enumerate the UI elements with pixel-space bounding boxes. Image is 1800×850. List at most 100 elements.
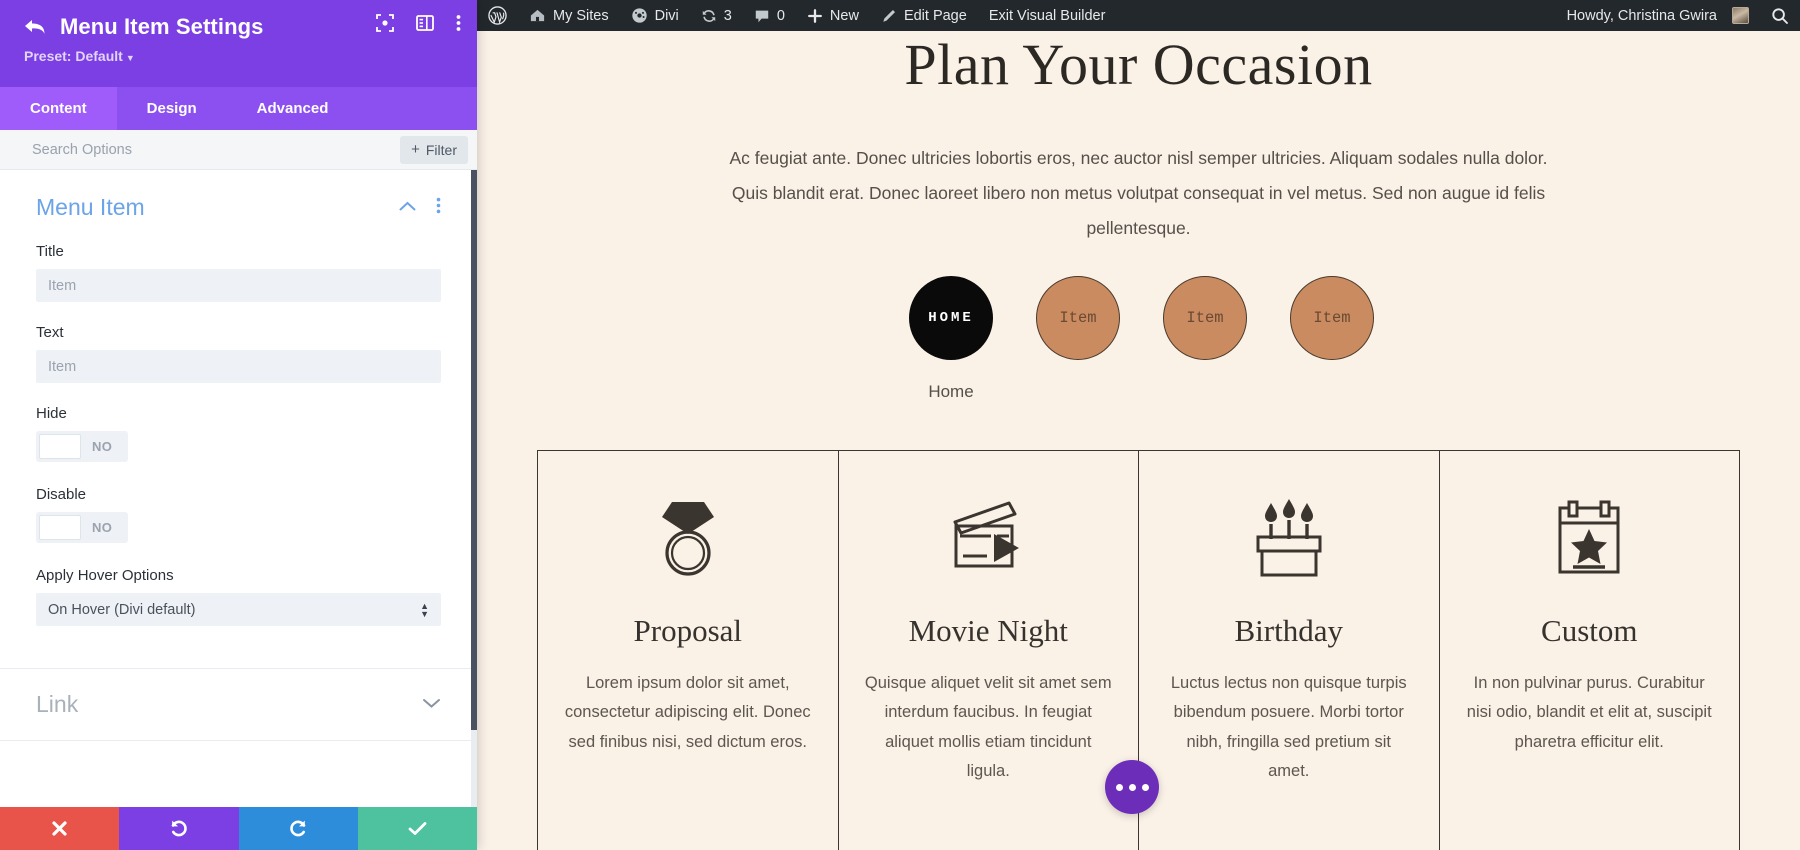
admin-bar-my-sites-label: My Sites bbox=[553, 7, 609, 24]
menu-circle-home[interactable]: HOME bbox=[909, 275, 993, 360]
admin-bar-exit-visual-builder[interactable]: Exit Visual Builder bbox=[978, 0, 1117, 31]
menu-circle-cell-item-2: Item bbox=[1163, 275, 1247, 402]
kebab-menu-icon[interactable] bbox=[456, 14, 461, 32]
search-icon bbox=[1772, 7, 1788, 24]
comments-icon bbox=[755, 10, 769, 22]
wordpress-logo-icon bbox=[488, 6, 507, 25]
wp-admin-bar: My Sites Divi 3 0 New Edit Page Exit Vis… bbox=[477, 0, 1800, 31]
page-title: Plan Your Occasion bbox=[904, 32, 1373, 97]
menu-item-section-header: Menu Item bbox=[0, 170, 477, 221]
tab-design-label: Design bbox=[146, 100, 197, 117]
close-x-icon bbox=[52, 821, 67, 836]
field-hide: Hide NO bbox=[0, 405, 477, 464]
feature-card-proposal-title: Proposal bbox=[633, 612, 743, 648]
field-text: Text bbox=[0, 324, 477, 383]
divi-floating-action-button[interactable] bbox=[1105, 760, 1159, 814]
cancel-button[interactable] bbox=[0, 807, 120, 850]
panel-footer bbox=[0, 807, 477, 850]
back-arrow-icon[interactable] bbox=[22, 16, 48, 38]
search-bar: + Filter bbox=[0, 130, 477, 170]
home-icon bbox=[530, 9, 545, 22]
admin-bar-comments[interactable]: 0 bbox=[743, 0, 796, 31]
checkmark-icon bbox=[408, 822, 427, 835]
save-button[interactable] bbox=[357, 807, 477, 850]
menu-circle-item-2-text: Item bbox=[1186, 308, 1224, 327]
admin-bar-account[interactable]: Howdy, Christina Gwira bbox=[1556, 0, 1760, 31]
panel-scrollbar-thumb[interactable] bbox=[471, 170, 477, 730]
chevron-up-icon[interactable] bbox=[399, 199, 416, 217]
title-input[interactable] bbox=[36, 269, 441, 302]
disable-toggle-state: NO bbox=[92, 520, 113, 535]
panel-header: Menu Item Settings Preset: Default ▼ bbox=[0, 0, 477, 87]
calendar-star-icon bbox=[1466, 493, 1714, 585]
caret-down-icon: ▼ bbox=[125, 53, 135, 63]
redo-icon bbox=[289, 820, 305, 837]
admin-bar-exit-visual-builder-label: Exit Visual Builder bbox=[988, 7, 1106, 24]
settings-tabs: Content Design Advanced bbox=[0, 87, 477, 130]
menu-circle-item-1[interactable]: Item bbox=[1036, 275, 1120, 360]
plus-icon: + bbox=[411, 141, 420, 158]
link-section-toggle[interactable]: Link bbox=[0, 668, 477, 741]
preset-label: Preset: Default bbox=[24, 48, 123, 64]
field-apply-hover-options-label: Apply Hover Options bbox=[36, 567, 174, 584]
filter-button[interactable]: + Filter bbox=[400, 135, 468, 164]
menu-circle-item-3[interactable]: Item bbox=[1290, 275, 1374, 360]
feature-card-birthday-text: Luctus lectus non quisque turpis bibendu… bbox=[1170, 673, 1407, 780]
feature-card-birthday[interactable]: Birthday Luctus lectus non quisque turpi… bbox=[1139, 450, 1440, 850]
redo-button[interactable] bbox=[238, 807, 358, 850]
undo-button[interactable] bbox=[119, 807, 239, 850]
hide-toggle[interactable]: NO bbox=[36, 431, 129, 462]
search-input[interactable] bbox=[32, 141, 401, 158]
admin-bar-comments-count: 0 bbox=[776, 7, 785, 24]
preset-selector[interactable]: Preset: Default ▼ bbox=[24, 48, 455, 64]
text-input[interactable] bbox=[36, 350, 441, 383]
admin-bar-edit-page[interactable]: Edit Page bbox=[870, 0, 978, 31]
menu-circle-cell-item-3: Item bbox=[1290, 275, 1374, 402]
disable-toggle[interactable]: NO bbox=[36, 512, 129, 543]
admin-bar-divi[interactable]: Divi bbox=[620, 0, 690, 31]
field-hide-label: Hide bbox=[36, 405, 67, 422]
avatar bbox=[1732, 7, 1749, 24]
feature-card-movie-night[interactable]: Movie Night Quisque aliquet velit sit am… bbox=[839, 450, 1139, 850]
admin-bar-wordpress-logo[interactable] bbox=[477, 0, 518, 31]
tab-content[interactable]: Content bbox=[0, 87, 117, 130]
feature-card-custom[interactable]: Custom In non pulvinar purus. Curabitur … bbox=[1440, 451, 1740, 850]
menu-circle-item-3-text: Item bbox=[1313, 308, 1351, 327]
menu-circle-cell-item-1: Item bbox=[1036, 275, 1120, 402]
menu-circle-cell-home: HOME Home bbox=[909, 275, 993, 402]
tab-advanced-label: Advanced bbox=[256, 100, 329, 117]
admin-bar-my-sites[interactable]: My Sites bbox=[518, 0, 620, 31]
menu-circle-home-label: Home bbox=[928, 381, 974, 401]
field-disable: Disable NO bbox=[0, 486, 477, 545]
admin-bar-new[interactable]: New bbox=[796, 0, 870, 31]
admin-bar-updates[interactable]: 3 bbox=[690, 0, 743, 31]
apply-hover-options-select[interactable]: On Hover (Divi default) bbox=[36, 593, 441, 626]
panel-header-icons bbox=[376, 14, 461, 32]
feature-card-movie-night-title: Movie Night bbox=[908, 612, 1068, 648]
field-text-label: Text bbox=[36, 324, 64, 341]
menu-circle-item-1-text: Item bbox=[1059, 308, 1097, 327]
section-kebab-menu-icon[interactable] bbox=[436, 197, 441, 219]
page-canvas: Plan Your Occasion Ac feugiat ante. Done… bbox=[477, 31, 1800, 850]
undo-icon bbox=[172, 820, 188, 837]
admin-bar-greeting: Howdy, Christina Gwira bbox=[1566, 7, 1717, 24]
feature-card-proposal-text: Lorem ipsum dolor sit amet, consectetur … bbox=[564, 673, 811, 751]
disable-toggle-knob bbox=[39, 515, 81, 540]
feature-card-custom-title: Custom bbox=[1541, 612, 1638, 648]
admin-bar-new-label: New bbox=[829, 7, 859, 24]
menu-circle-item-2[interactable]: Item bbox=[1163, 275, 1247, 360]
field-title-label: Title bbox=[36, 243, 64, 260]
feature-card-proposal[interactable]: Proposal Lorem ipsum dolor sit amet, con… bbox=[538, 450, 839, 850]
tab-design[interactable]: Design bbox=[117, 87, 227, 130]
panel-body: Menu Item Title Item Text Item Hide NO D… bbox=[0, 170, 477, 807]
fullscreen-icon[interactable] bbox=[376, 14, 394, 32]
admin-bar-updates-count: 3 bbox=[723, 7, 732, 24]
plus-icon bbox=[807, 8, 822, 23]
divi-icon bbox=[631, 8, 647, 23]
admin-bar-search[interactable] bbox=[1760, 0, 1800, 31]
tab-advanced[interactable]: Advanced bbox=[227, 87, 359, 130]
field-disable-label: Disable bbox=[36, 486, 87, 503]
layout-columns-icon[interactable] bbox=[416, 14, 434, 32]
hide-toggle-knob bbox=[39, 434, 81, 459]
panel-scrollbar[interactable] bbox=[471, 170, 477, 807]
